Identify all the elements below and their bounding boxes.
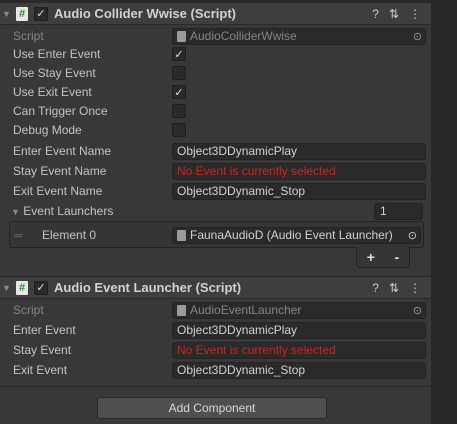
- scrollbar-area[interactable]: [431, 0, 457, 424]
- component-enabled-checkbox[interactable]: ✓: [34, 280, 48, 295]
- script-value: AudioColliderWwise: [190, 29, 297, 43]
- component-header-audio-event-launcher[interactable]: ▼ # ✓ Audio Event Launcher (Script) ? ⇅ ⋮: [0, 277, 431, 299]
- script-field[interactable]: AudioColliderWwise ⊙: [172, 27, 426, 45]
- enter-event-name-label: Enter Event Name: [13, 144, 112, 158]
- help-icon[interactable]: ?: [372, 281, 379, 295]
- component-enabled-checkbox[interactable]: ✓: [34, 6, 48, 21]
- event-launchers-label: Event Launchers: [23, 204, 114, 218]
- divider: [0, 386, 431, 387]
- element-0-value: FaunaAudioD (Audio Event Launcher): [190, 228, 393, 242]
- enter-event-label: Enter Event: [13, 323, 76, 337]
- can-trigger-once-label: Can Trigger Once: [13, 104, 108, 118]
- fold-icon[interactable]: ▼: [2, 9, 12, 19]
- element-0-label: Element 0: [42, 228, 97, 242]
- script-label: Script: [13, 29, 44, 43]
- enter-event-name-field[interactable]: Object3DDynamicPlay: [172, 142, 426, 160]
- script-icon: #: [16, 6, 28, 21]
- fold-icon[interactable]: ▼: [2, 283, 12, 293]
- script-file-icon: [177, 304, 186, 316]
- script-file-icon: [177, 229, 186, 241]
- use-enter-checkbox[interactable]: ✓: [172, 47, 186, 61]
- list-add-remove: + -: [356, 247, 410, 268]
- script-field[interactable]: AudioEventLauncher ⊙: [172, 301, 426, 319]
- remove-element-button[interactable]: -: [395, 249, 400, 265]
- enter-event-field[interactable]: Object3DDynamicPlay: [172, 321, 426, 339]
- stay-event-name-field[interactable]: No Event is currently selected: [172, 162, 426, 180]
- use-stay-label: Use Stay Event: [13, 66, 96, 80]
- event-launchers-foldout[interactable]: ▼ Event Launchers: [11, 204, 113, 218]
- use-exit-checkbox[interactable]: ✓: [172, 85, 186, 99]
- exit-event-field[interactable]: Object3DDynamic_Stop: [172, 361, 426, 379]
- drag-handle[interactable]: ═: [14, 228, 23, 242]
- component-title: Audio Event Launcher (Script): [54, 280, 242, 295]
- help-icon[interactable]: ?: [372, 7, 379, 21]
- can-trigger-once-checkbox[interactable]: [172, 104, 186, 118]
- object-picker-icon[interactable]: ⊙: [413, 30, 422, 43]
- script-icon: #: [16, 280, 28, 295]
- exit-event-name-label: Exit Event Name: [13, 184, 103, 198]
- object-picker-icon[interactable]: ⊙: [408, 229, 417, 242]
- component-header-audio-collider-wwise[interactable]: ▼ # ✓ Audio Collider Wwise (Script) ? ⇅ ⋮: [0, 3, 431, 25]
- debug-mode-label: Debug Mode: [13, 123, 82, 137]
- presets-icon[interactable]: ⇅: [389, 7, 399, 21]
- stay-event-name-label: Stay Event Name: [13, 164, 107, 178]
- use-enter-label: Use Enter Event: [13, 47, 101, 61]
- add-component-button[interactable]: Add Component: [97, 397, 327, 419]
- list-size-field[interactable]: 1: [374, 202, 423, 220]
- script-label: Script: [13, 303, 44, 317]
- more-icon[interactable]: ⋮: [409, 281, 421, 295]
- object-picker-icon[interactable]: ⊙: [413, 304, 422, 317]
- script-value: AudioEventLauncher: [190, 303, 302, 317]
- stay-event-field[interactable]: No Event is currently selected: [172, 341, 426, 359]
- use-exit-label: Use Exit Event: [13, 85, 92, 99]
- exit-event-label: Exit Event: [13, 363, 68, 377]
- presets-icon[interactable]: ⇅: [389, 281, 399, 295]
- debug-mode-checkbox[interactable]: [172, 123, 186, 137]
- exit-event-name-field[interactable]: Object3DDynamic_Stop: [172, 182, 426, 200]
- element-0-field[interactable]: FaunaAudioD (Audio Event Launcher) ⊙: [172, 226, 421, 244]
- script-file-icon: [177, 30, 186, 42]
- add-element-button[interactable]: +: [367, 249, 375, 265]
- use-stay-checkbox[interactable]: [172, 66, 186, 80]
- more-icon[interactable]: ⋮: [409, 7, 421, 21]
- fold-icon: ▼: [11, 207, 20, 217]
- stay-event-label: Stay Event: [13, 343, 72, 357]
- component-title: Audio Collider Wwise (Script): [54, 6, 237, 21]
